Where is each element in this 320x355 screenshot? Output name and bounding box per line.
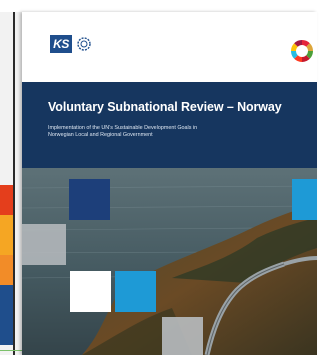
back-page-green-line [0,350,22,351]
ks-logo-text: KS [50,35,72,53]
subtitle-line-2: Norwegian Local and Regional Government [48,132,153,138]
tile-grey-bottom [162,317,203,355]
tile-white [70,271,111,312]
cover-header: KS [22,12,317,82]
sdg-wheel-icon [290,39,314,63]
back-page-edge [13,0,15,355]
report-title: Voluntary Subnational Review – Norway [48,100,282,114]
tile-light-blue [115,271,156,312]
subtitle-line-1: Implementation of the UN’s Sustainable D… [48,125,198,131]
background-page [0,0,22,355]
report-cover[interactable]: KS Voluntary Subnational Review – Norway… [22,12,317,355]
top-strip [0,0,317,12]
back-page-orange-band [0,215,13,255]
title-band: Voluntary Subnational Review – Norway Im… [22,82,317,168]
back-page-amber-band [0,255,13,285]
tile-dark-blue [69,179,110,220]
ks-logo: KS [50,35,92,53]
back-page-red-band [0,185,13,215]
report-subtitle: Implementation of the UN’s Sustainable D… [48,125,288,139]
back-page-blue-band [0,285,13,345]
logo-ring-icon [77,37,91,51]
tile-grey-left [22,224,66,265]
tile-light-blue-right [292,179,317,220]
